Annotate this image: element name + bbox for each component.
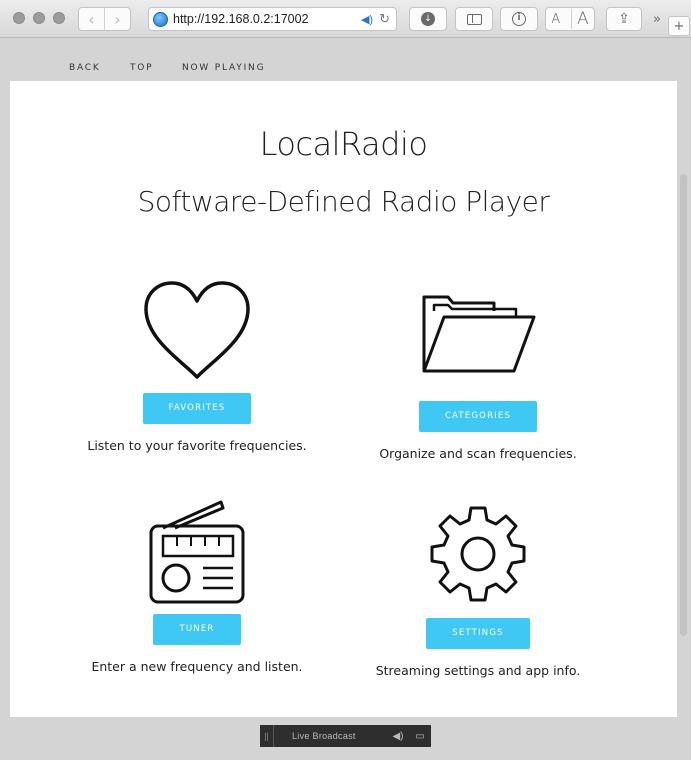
categories-button[interactable]: CATEGORIES: [418, 401, 538, 432]
close-window-button[interactable]: [13, 12, 25, 24]
tuner-button[interactable]: TUNER: [153, 614, 241, 645]
bottom-bar: || Live Broadcast ◀) ▭: [0, 717, 691, 760]
radio-icon: [149, 500, 245, 604]
url-text[interactable]: http://192.168.0.2:17002: [173, 12, 361, 26]
settings-button[interactable]: SETTINGS: [426, 618, 530, 649]
drag-handle-icon[interactable]: ||: [260, 725, 274, 747]
speaker-icon[interactable]: ◀): [361, 13, 373, 26]
download-button[interactable]: ↓: [409, 7, 447, 31]
info-button[interactable]: i: [500, 7, 538, 31]
page-subtitle: Software-Defined Radio Player: [137, 185, 550, 218]
text-larger-button[interactable]: A: [570, 9, 589, 29]
share-icon: ⇪: [618, 11, 630, 27]
site-nav: BACK TOP NOW PLAYING: [0, 39, 691, 81]
info-icon: i: [512, 12, 526, 26]
volume-icon[interactable]: ◀): [387, 731, 409, 742]
sidebar-icon: [466, 13, 482, 25]
settings-tile: SETTINGS Streaming settings and app info…: [328, 500, 628, 678]
favorites-button[interactable]: FAVORITES: [142, 393, 252, 424]
text-size-control[interactable]: A A: [545, 7, 595, 31]
sidebar-button[interactable]: [455, 7, 493, 31]
nav-top-link[interactable]: TOP: [130, 63, 153, 73]
categories-description: Organize and scan frequencies.: [379, 446, 577, 461]
address-bar[interactable]: http://192.168.0.2:17002 ◀) ↻: [148, 7, 397, 31]
categories-tile: CATEGORIES Organize and scan frequencies…: [328, 281, 628, 461]
reload-icon[interactable]: ↻: [379, 11, 390, 27]
share-button[interactable]: ⇪: [606, 7, 642, 31]
globe-icon: [153, 11, 168, 27]
tuner-description: Enter a new frequency and listen.: [91, 659, 303, 674]
vertical-scrollbar[interactable]: [680, 174, 687, 636]
new-tab-button[interactable]: +: [668, 16, 690, 36]
minimize-window-button[interactable]: [33, 12, 45, 24]
settings-description: Streaming settings and app info.: [375, 663, 581, 678]
history-nav: ‹ ›: [78, 7, 131, 31]
plus-icon: +: [673, 18, 685, 34]
back-arrow-icon[interactable]: ‹: [79, 8, 105, 30]
main-content: LocalRadio Software-Defined Radio Player…: [10, 81, 677, 717]
airplay-icon[interactable]: ▭: [409, 731, 431, 742]
favorites-description: Listen to your favorite frequencies.: [87, 438, 307, 453]
text-smaller-button[interactable]: A: [551, 12, 560, 27]
overflow-chevron-icon[interactable]: »: [647, 7, 667, 31]
page-title: LocalRadio: [259, 125, 428, 163]
folder-icon: [422, 295, 536, 373]
nav-now-playing-link[interactable]: NOW PLAYING: [182, 63, 265, 73]
download-icon: ↓: [421, 12, 435, 26]
zoom-window-button[interactable]: [53, 12, 65, 24]
forward-arrow-icon[interactable]: ›: [105, 8, 130, 30]
favorites-tile: FAVORITES Listen to your favorite freque…: [47, 281, 347, 453]
browser-toolbar: ‹ › http://192.168.0.2:17002 ◀) ↻ ↓ i A …: [0, 0, 691, 38]
gear-icon: [430, 506, 526, 602]
nav-back-link[interactable]: BACK: [69, 63, 101, 73]
media-label: Live Broadcast: [292, 731, 356, 741]
heart-icon: [144, 281, 250, 379]
tuner-tile: TUNER Enter a new frequency and listen.: [47, 500, 347, 674]
media-player-bar: || Live Broadcast ◀) ▭: [260, 725, 431, 747]
